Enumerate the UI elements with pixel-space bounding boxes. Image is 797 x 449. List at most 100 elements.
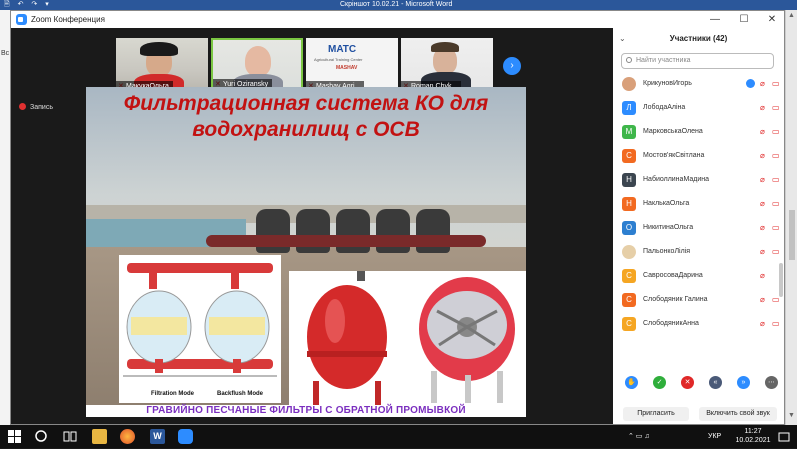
raise-hand-icon[interactable]: ✋ — [625, 376, 638, 389]
participant-list[interactable]: КрикуновИгорь ⌀ ▭ Л ЛободаАліна ⌀ ▭ М Ма… — [613, 73, 784, 349]
avatar: С — [622, 269, 636, 283]
language-indicator[interactable]: УКР — [708, 425, 721, 448]
recording-label: Запись — [30, 104, 53, 111]
more-icon[interactable]: ⋯ — [765, 376, 778, 389]
camera-off-icon[interactable]: ▭ — [772, 79, 781, 89]
clock-date: 10.02.2021 — [735, 437, 771, 444]
participant-row[interactable]: Н НаклькаОльга ⌀ ▭ — [613, 193, 784, 217]
camera-icon[interactable]: ▭ — [772, 151, 781, 161]
avatar: Л — [622, 101, 636, 115]
muted-mic-icon[interactable]: ⌀ — [760, 79, 769, 89]
participant-name: СавросоваДарина — [643, 272, 703, 279]
participant-row[interactable]: О НикитинаОльга ⌀ ▭ — [613, 217, 784, 241]
video-tile[interactable]: ✕ МакукаОльга — [116, 38, 208, 92]
minimize-button[interactable]: — — [702, 11, 728, 28]
shared-screen: Фильтрационная система КО для водохранил… — [86, 87, 526, 417]
muted-mic-icon[interactable]: ⌀ — [760, 295, 769, 305]
recording-indicator[interactable]: Запись — [19, 103, 53, 113]
camera-off-icon[interactable]: ▭ — [772, 199, 781, 209]
word-icon[interactable]: W — [150, 429, 165, 444]
yes-icon[interactable]: ✓ — [653, 376, 666, 389]
invite-button[interactable]: Пригласить — [623, 407, 689, 421]
camera-off-icon[interactable]: ▭ — [772, 103, 781, 113]
collapse-chevron-icon[interactable]: ⌄ — [619, 28, 626, 50]
search-icon[interactable] — [34, 429, 49, 444]
muted-mic-icon[interactable]: ⌀ — [760, 127, 769, 137]
word-ribbon-fragment: Вс — [1, 50, 10, 57]
go-slower-icon[interactable]: « — [709, 376, 722, 389]
participant-face — [245, 46, 271, 76]
participant-row[interactable]: С Слободяник Галина ⌀ ▭ — [613, 289, 784, 313]
camera-off-icon[interactable]: ▭ — [772, 223, 781, 233]
raised-hand-icon — [746, 79, 755, 88]
participant-actions: Пригласить Включить свой звук — [613, 405, 784, 423]
participant-name: НаклькаОльга — [643, 200, 690, 207]
participant-row[interactable]: С СлободяникАнна ⌀ ▭ — [613, 313, 784, 337]
reactions-bar: ✋ ✓ ✕ « » ⋯ — [613, 373, 784, 393]
filter-tank-images — [307, 271, 515, 405]
go-faster-icon[interactable]: » — [737, 376, 750, 389]
muted-mic-icon[interactable]: ⌀ — [760, 223, 769, 233]
participant-search-input[interactable]: Найти участника — [621, 53, 774, 69]
maximize-button[interactable]: ☐ — [731, 11, 757, 28]
backflush-mode-label: Backflush Mode — [217, 391, 264, 397]
scroll-down-icon[interactable]: ▼ — [788, 412, 795, 419]
zoom-taskbar-icon[interactable] — [178, 429, 193, 444]
participant-name: Мостов'якСвітлана — [643, 152, 705, 159]
filter-diagram-panel: Filtration Mode Backflush Mode — [119, 255, 281, 403]
file-explorer-icon[interactable] — [92, 429, 107, 444]
word-left-edge: Вс — [0, 10, 10, 425]
scroll-up-icon[interactable]: ▲ — [788, 12, 795, 19]
word-quick-access-icons[interactable]: 🗎 ↶ ↷ ▾ — [4, 1, 52, 9]
muted-mic-icon[interactable]: ⌀ — [760, 199, 769, 209]
system-clock[interactable]: 11:27 10.02.2021 — [735, 427, 771, 445]
video-tile-active-speaker[interactable]: ✕ Yuri Oziransky — [211, 38, 303, 92]
task-view-icon[interactable] — [62, 429, 77, 444]
muted-mic-icon[interactable]: ⌀ — [760, 103, 769, 113]
participant-name: ПальонкоЛілія — [643, 248, 691, 255]
muted-mic-icon[interactable]: ⌀ — [760, 247, 769, 257]
slide-title-line1: Фильтрационная система КО для — [123, 92, 489, 115]
avatar: О — [622, 221, 636, 235]
firefox-icon[interactable] — [120, 429, 135, 444]
slide-title-line2: водохранилищ с ОСВ — [192, 118, 420, 141]
no-icon[interactable]: ✕ — [681, 376, 694, 389]
video-tile[interactable]: MATC Agricultural Training Center MASHAV… — [306, 38, 398, 92]
participant-name: НикитинаОльга — [643, 224, 694, 231]
filter-tank-images-panel — [289, 271, 526, 407]
participant-row[interactable]: М МарковськаОлена ⌀ ▭ — [613, 121, 784, 145]
camera-off-icon[interactable]: ▭ — [772, 319, 781, 329]
zoom-window: Zoom Конференция — ☐ ✕ ✕ МакукаОльга ✕ Y… — [10, 10, 785, 425]
participant-name: КрикуновИгорь — [643, 80, 692, 87]
search-placeholder: Найти участника — [636, 57, 691, 64]
participant-row[interactable]: ПальонкоЛілія ⌀ ▭ — [613, 241, 784, 265]
camera-icon[interactable]: ▭ — [772, 127, 781, 137]
windows-start-icon[interactable] — [7, 429, 22, 444]
camera-off-icon[interactable]: ▭ — [772, 175, 781, 185]
participant-name: МарковськаОлена — [643, 128, 703, 135]
next-videos-button[interactable]: › — [503, 57, 521, 75]
search-icon — [626, 57, 632, 63]
participant-row[interactable]: Л ЛободаАліна ⌀ ▭ — [613, 97, 784, 121]
close-button[interactable]: ✕ — [759, 11, 785, 28]
video-tile[interactable]: ✕ Roman Chyk... — [401, 38, 493, 92]
muted-mic-icon[interactable]: ⌀ — [760, 151, 769, 161]
muted-mic-icon[interactable]: ⌀ — [760, 175, 769, 185]
camera-off-icon[interactable]: ▭ — [772, 247, 781, 257]
word-scrollbar[interactable]: ▲ ▼ — [785, 10, 797, 425]
unmute-myself-button[interactable]: Включить свой звук — [699, 407, 777, 421]
notifications-icon[interactable] — [778, 430, 790, 442]
muted-mic-icon[interactable]: ⌀ — [760, 271, 769, 281]
participant-row[interactable]: КрикуновИгорь ⌀ ▭ — [613, 73, 784, 97]
scroll-thumb[interactable] — [789, 210, 795, 260]
participant-list-scrollbar[interactable] — [779, 263, 783, 297]
matc-subtitle: Agricultural Training Center — [314, 57, 363, 62]
avatar: С — [622, 317, 636, 331]
tray-icons[interactable]: ⌃ ▭ ♫ — [628, 425, 650, 448]
participant-row[interactable]: С Мостов'якСвітлана ⌀ ▭ — [613, 145, 784, 169]
clock-time: 11:27 — [744, 428, 762, 435]
participant-row[interactable]: С СавросоваДарина ⌀ — [613, 265, 784, 289]
muted-mic-icon[interactable]: ⌀ — [760, 319, 769, 329]
participant-name: СлободяникАнна — [643, 320, 699, 327]
participant-row[interactable]: Н НабиоллинаМадина ⌀ ▭ — [613, 169, 784, 193]
